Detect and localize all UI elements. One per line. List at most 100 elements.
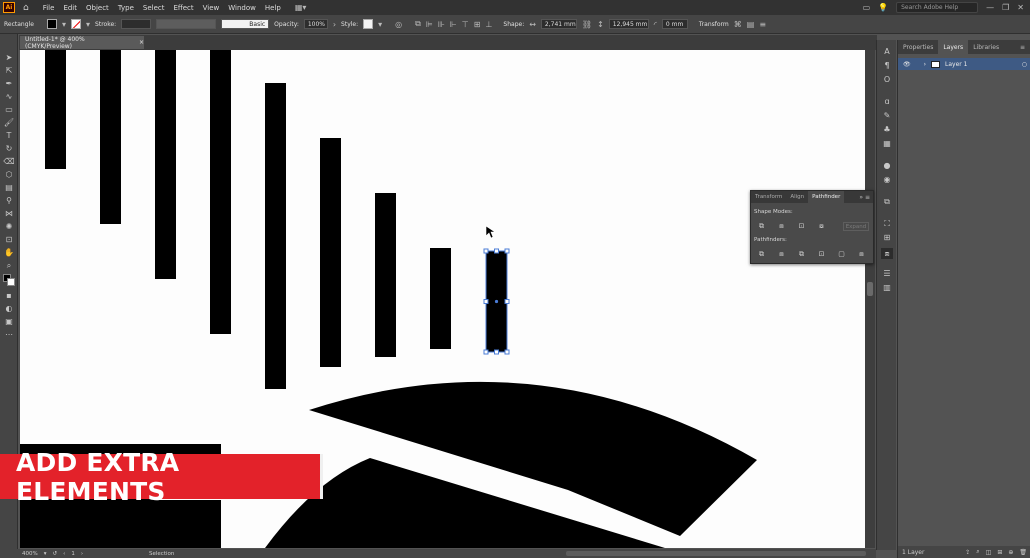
clipping-mask-icon[interactable]: ◫ [986,549,992,556]
align-left-icon[interactable]: ⊫ [426,20,433,29]
close-button[interactable]: ✕ [1017,3,1024,12]
align-to-icon[interactable]: ⧉ [415,19,421,29]
color-panel-icon[interactable]: ● [881,160,893,171]
fill-stroke-widget[interactable] [3,274,15,286]
align-top-icon[interactable]: ⊤ [462,20,469,29]
layer-target-icon[interactable]: ○ [1022,61,1030,68]
home-icon[interactable]: ⌂ [23,3,29,13]
align-middle-icon[interactable]: ⊞ [474,20,481,29]
symbols-panel-icon[interactable]: ♣ [881,124,893,135]
stroke-panel-icon[interactable]: ☰ [881,268,893,279]
tab-layers[interactable]: Layers [938,40,969,54]
horizontal-scrollbar[interactable] [566,551,866,556]
recolor-icon[interactable]: ◎ [395,20,402,29]
tab-properties[interactable]: Properties [898,40,938,54]
tab-align[interactable]: Align [786,191,808,203]
pathfinder-panel-icon[interactable]: ⧈ [881,248,893,259]
vertical-bar-1[interactable] [45,50,66,169]
opacity-field[interactable]: 100% [303,19,328,29]
height-field[interactable]: 12,945 mm [608,19,649,29]
variable-width-field[interactable] [156,19,217,29]
corner-type-icon[interactable]: ◜ [654,20,657,29]
workspace-switcher-icon[interactable]: ▦▾ [295,3,307,12]
menu-file[interactable]: File [43,4,55,12]
color-mode-icon[interactable]: ▪ [3,290,15,301]
trim-icon[interactable]: ⧈ [777,250,786,258]
menu-effect[interactable]: Effect [174,4,194,12]
new-sublayer-icon[interactable]: ⊞ [997,549,1002,556]
intersect-icon[interactable]: ⊡ [797,222,806,230]
tab-transform[interactable]: Transform [751,191,786,203]
crop-icon[interactable]: ⊡ [817,250,826,258]
appearance-panel-icon[interactable]: ◉ [881,174,893,185]
character-panel-icon[interactable]: A [881,46,893,57]
unite-icon[interactable]: ⧉ [757,222,766,230]
layer-name[interactable]: Layer 1 [945,61,967,68]
tab-libraries[interactable]: Libraries [968,40,1004,54]
stroke-swatch[interactable] [71,19,82,29]
layer-row[interactable]: 👁 › Layer 1 ○ [898,58,1030,70]
graphic-styles-panel-icon[interactable]: ⧉ [881,196,893,207]
rotate-view-icon[interactable]: ↺ [53,551,58,557]
direct-selection-tool-icon[interactable]: ⇱ [3,65,15,76]
stroke-color-swatch[interactable] [7,278,15,286]
panel-menu-icon[interactable]: ≡ [759,20,766,29]
opacity-dropdown-icon[interactable]: › [333,20,336,29]
vertical-bar-8[interactable] [430,248,451,349]
arrange-documents-icon[interactable]: ▭ [863,3,871,12]
screen-mode-icon[interactable]: ▣ [3,316,15,327]
eraser-tool-icon[interactable]: ⌫ [3,156,15,167]
width-field[interactable]: 2,741 mm [540,19,577,29]
pathfinder-collapse-icon[interactable]: » ≡ [859,194,873,201]
blend-tool-icon[interactable]: ⋈ [3,208,15,219]
vertical-bar-5[interactable] [265,83,286,389]
transform-panel-icon[interactable]: ⛶ [881,218,893,229]
minus-front-icon[interactable]: ⧈ [777,222,786,230]
pen-tool-icon[interactable]: ✒ [3,78,15,89]
collect-export-icon[interactable]: ⇪ [965,549,970,556]
glyphs-panel-icon[interactable]: ɑ [881,96,893,107]
constrain-proportions-icon[interactable]: ⛓ [582,20,592,29]
selection-tool-icon[interactable]: ➤ [3,52,15,63]
eyedropper-tool-icon[interactable]: ⚲ [3,195,15,206]
document-tab-close-icon[interactable]: × [139,39,144,46]
brush-definition-field[interactable]: Basic [221,19,270,29]
minimize-button[interactable]: — [986,3,994,12]
graphic-style-swatch[interactable] [363,19,374,29]
hand-tool-icon[interactable]: ✋ [3,247,15,258]
corner-radius-field[interactable]: 0 mm [661,19,688,29]
delete-layer-icon[interactable]: 🗑 [1019,549,1030,556]
opentype-panel-icon[interactable]: O [881,74,893,85]
menu-help[interactable]: Help [265,4,281,12]
style-dropdown-icon[interactable]: ▾ [378,20,382,29]
bottom-left-block-lower[interactable] [20,504,159,548]
isolate-icon[interactable]: ⌘ [734,20,742,29]
vertical-bar-2[interactable] [100,50,121,224]
locate-object-icon[interactable]: ⌕ [976,548,979,556]
visibility-eye-icon[interactable]: 👁 [903,61,911,68]
minus-back-icon[interactable]: ⧈ [857,250,866,258]
swatches-panel-icon[interactable]: ▦ [881,138,893,149]
help-search-input[interactable]: Search Adobe Help [896,2,979,13]
vertical-bar-7[interactable] [375,193,396,357]
expand-arrow-icon[interactable]: › [924,61,926,68]
curvature-tool-icon[interactable]: ∿ [3,91,15,102]
vertical-bar-6[interactable] [320,138,341,367]
drawing-mode-icon[interactable]: ◐ [3,303,15,314]
merge-icon[interactable]: ⧉ [797,250,806,258]
artboard-prev-icon[interactable]: ‹ [63,551,65,557]
paragraph-panel-icon[interactable]: ¶ [881,60,893,71]
shape-builder-tool-icon[interactable]: ⬡ [3,169,15,180]
menu-view[interactable]: View [203,4,220,12]
gradient-tool-icon[interactable]: ▤ [3,182,15,193]
scrollbar-thumb[interactable] [867,282,873,296]
paintbrush-tool-icon[interactable]: 🖌 [3,117,15,128]
artboard-next-icon[interactable]: › [81,551,83,557]
vertical-bar-4[interactable] [210,50,231,334]
stroke-label[interactable]: Stroke: [95,21,116,28]
artboard-tool-icon[interactable]: ⊡ [3,234,15,245]
menu-select[interactable]: Select [143,4,165,12]
document-tab[interactable]: Untitled-1* @ 400% (CMYK/Preview) × [20,36,144,50]
stroke-dropdown-icon[interactable]: ▾ [86,20,90,29]
edit-toolbar-icon[interactable]: ⋯ [3,329,15,340]
